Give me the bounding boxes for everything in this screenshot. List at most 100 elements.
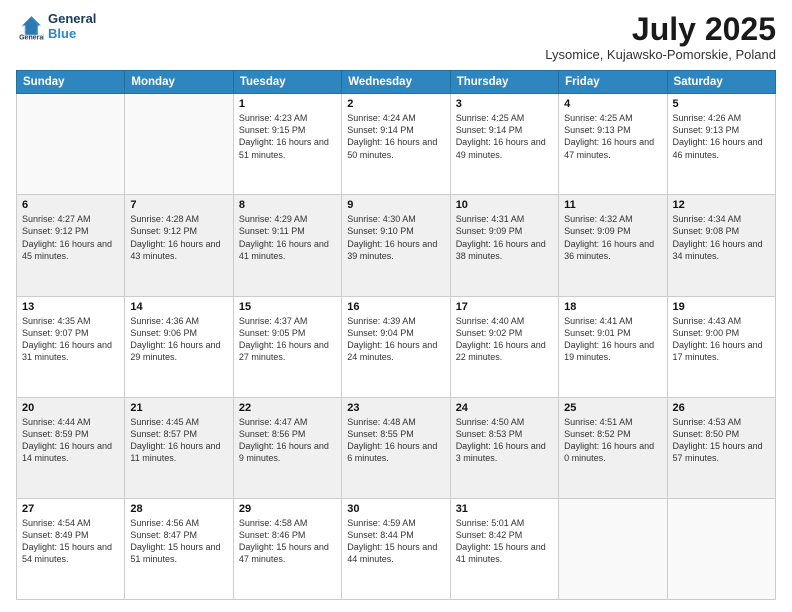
page: General General Blue July 2025 Lysomice,…: [0, 0, 792, 612]
calendar-cell: 6Sunrise: 4:27 AMSunset: 9:12 PMDaylight…: [17, 195, 125, 296]
calendar-cell: 3 Sunrise: 4:25 AMSunset: 9:14 PMDaylight…: [450, 94, 558, 195]
day-number: 27: [22, 503, 119, 515]
calendar-cell: 18 Sunrise: 4:41 AMSunset: 9:01 PMDayligh…: [559, 296, 667, 397]
calendar-cell: 9Sunrise: 4:30 AMSunset: 9:10 PMDaylight…: [342, 195, 450, 296]
calendar-cell: 11 Sunrise: 4:32 AMSunset: 9:09 PMDayligh…: [559, 195, 667, 296]
calendar-week-5: 27 Sunrise: 4:54 AMSunset: 8:49 PMDayligh…: [17, 498, 776, 599]
calendar-cell: [559, 498, 667, 599]
logo-blue: Blue: [48, 27, 96, 42]
cell-info: Sunrise: 4:37 AMSunset: 9:05 PMDaylight:…: [239, 315, 336, 364]
calendar-cell: 4 Sunrise: 4:25 AMSunset: 9:13 PMDaylight…: [559, 94, 667, 195]
calendar-cell: 17Sunrise: 4:40 AMSunset: 9:02 PMDayligh…: [450, 296, 558, 397]
cell-info: Sunrise: 4:35 AMSunset: 9:07 PMDaylight:…: [22, 315, 119, 364]
calendar-cell: 1 Sunrise: 4:23 AMSunset: 9:15 PMDaylight…: [233, 94, 341, 195]
cell-info: Sunrise: 4:41 AMSunset: 9:01 PMDaylight:…: [564, 315, 661, 364]
cell-info: Sunrise: 4:25 AMSunset: 9:13 PMDaylight:…: [564, 112, 661, 161]
cell-info: Sunrise: 4:50 AMSunset: 8:53 PMDaylight:…: [456, 416, 553, 465]
cell-info: Sunrise: 4:44 AMSunset: 8:59 PMDaylight:…: [22, 416, 119, 465]
calendar-cell: 15 Sunrise: 4:37 AMSunset: 9:05 PMDayligh…: [233, 296, 341, 397]
svg-text:General: General: [19, 34, 44, 41]
cell-info: Sunrise: 4:51 AMSunset: 8:52 PMDaylight:…: [564, 416, 661, 465]
day-number: 13: [22, 301, 119, 313]
calendar-cell: 30 Sunrise: 4:59 AMSunset: 8:44 PMDayligh…: [342, 498, 450, 599]
cell-info: Sunrise: 4:29 AMSunset: 9:11 PMDaylight:…: [239, 213, 336, 262]
day-number: 15: [239, 301, 336, 313]
calendar-cell: [125, 94, 233, 195]
cell-info: Sunrise: 4:54 AMSunset: 8:49 PMDaylight:…: [22, 517, 119, 566]
cell-info: Sunrise: 4:32 AMSunset: 9:09 PMDaylight:…: [564, 213, 661, 262]
main-title: July 2025: [545, 12, 776, 47]
day-number: 28: [130, 503, 227, 515]
day-number: 4: [564, 98, 661, 110]
calendar-cell: 22Sunrise: 4:47 AMSunset: 8:56 PMDayligh…: [233, 397, 341, 498]
day-number: 26: [673, 402, 770, 414]
calendar-week-3: 13 Sunrise: 4:35 AMSunset: 9:07 PMDayligh…: [17, 296, 776, 397]
day-number: 5: [673, 98, 770, 110]
day-number: 7: [130, 199, 227, 211]
calendar-cell: 5 Sunrise: 4:26 AMSunset: 9:13 PMDaylight…: [667, 94, 775, 195]
cell-info: Sunrise: 4:24 AMSunset: 9:14 PMDaylight:…: [347, 112, 444, 161]
cell-info: Sunrise: 4:23 AMSunset: 9:15 PMDaylight:…: [239, 112, 336, 161]
day-number: 18: [564, 301, 661, 313]
day-number: 1: [239, 98, 336, 110]
calendar-week-4: 20Sunrise: 4:44 AMSunset: 8:59 PMDayligh…: [17, 397, 776, 498]
cell-info: Sunrise: 4:43 AMSunset: 9:00 PMDaylight:…: [673, 315, 770, 364]
day-number: 17: [456, 301, 553, 313]
day-number: 16: [347, 301, 444, 313]
cell-info: Sunrise: 4:59 AMSunset: 8:44 PMDaylight:…: [347, 517, 444, 566]
calendar-cell: 25 Sunrise: 4:51 AMSunset: 8:52 PMDayligh…: [559, 397, 667, 498]
calendar-cell: 12 Sunrise: 4:34 AMSunset: 9:08 PMDayligh…: [667, 195, 775, 296]
calendar-cell: 29 Sunrise: 4:58 AMSunset: 8:46 PMDayligh…: [233, 498, 341, 599]
cell-info: Sunrise: 4:56 AMSunset: 8:47 PMDaylight:…: [130, 517, 227, 566]
calendar-header-thursday: Thursday: [450, 71, 558, 94]
cell-info: Sunrise: 4:36 AMSunset: 9:06 PMDaylight:…: [130, 315, 227, 364]
title-block: July 2025 Lysomice, Kujawsko-Pomorskie, …: [545, 12, 776, 62]
day-number: 22: [239, 402, 336, 414]
calendar-cell: 26Sunrise: 4:53 AMSunset: 8:50 PMDayligh…: [667, 397, 775, 498]
calendar-table: SundayMondayTuesdayWednesdayThursdayFrid…: [16, 70, 776, 600]
cell-info: Sunrise: 4:45 AMSunset: 8:57 PMDaylight:…: [130, 416, 227, 465]
calendar-week-1: 1 Sunrise: 4:23 AMSunset: 9:15 PMDaylight…: [17, 94, 776, 195]
subtitle: Lysomice, Kujawsko-Pomorskie, Poland: [545, 47, 776, 62]
calendar-cell: [17, 94, 125, 195]
day-number: 12: [673, 199, 770, 211]
calendar-cell: 28 Sunrise: 4:56 AMSunset: 8:47 PMDayligh…: [125, 498, 233, 599]
cell-info: Sunrise: 4:58 AMSunset: 8:46 PMDaylight:…: [239, 517, 336, 566]
calendar-cell: 2 Sunrise: 4:24 AMSunset: 9:14 PMDaylight…: [342, 94, 450, 195]
calendar-week-2: 6Sunrise: 4:27 AMSunset: 9:12 PMDaylight…: [17, 195, 776, 296]
calendar-header-row: SundayMondayTuesdayWednesdayThursdayFrid…: [17, 71, 776, 94]
calendar-header-friday: Friday: [559, 71, 667, 94]
day-number: 19: [673, 301, 770, 313]
calendar-cell: 7Sunrise: 4:28 AMSunset: 9:12 PMDaylight…: [125, 195, 233, 296]
calendar-cell: 16Sunrise: 4:39 AMSunset: 9:04 PMDayligh…: [342, 296, 450, 397]
logo-general: General: [48, 12, 96, 27]
calendar-header-sunday: Sunday: [17, 71, 125, 94]
calendar-cell: 21 Sunrise: 4:45 AMSunset: 8:57 PMDayligh…: [125, 397, 233, 498]
day-number: 11: [564, 199, 661, 211]
day-number: 2: [347, 98, 444, 110]
day-number: 3: [456, 98, 553, 110]
day-number: 14: [130, 301, 227, 313]
day-number: 21: [130, 402, 227, 414]
cell-info: Sunrise: 4:25 AMSunset: 9:14 PMDaylight:…: [456, 112, 553, 161]
day-number: 25: [564, 402, 661, 414]
cell-info: Sunrise: 4:26 AMSunset: 9:13 PMDaylight:…: [673, 112, 770, 161]
cell-info: Sunrise: 4:34 AMSunset: 9:08 PMDaylight:…: [673, 213, 770, 262]
day-number: 10: [456, 199, 553, 211]
cell-info: Sunrise: 5:01 AMSunset: 8:42 PMDaylight:…: [456, 517, 553, 566]
header: General General Blue July 2025 Lysomice,…: [16, 12, 776, 62]
day-number: 29: [239, 503, 336, 515]
calendar-cell: 31Sunrise: 5:01 AMSunset: 8:42 PMDayligh…: [450, 498, 558, 599]
day-number: 30: [347, 503, 444, 515]
calendar-cell: 19 Sunrise: 4:43 AMSunset: 9:00 PMDayligh…: [667, 296, 775, 397]
calendar-header-tuesday: Tuesday: [233, 71, 341, 94]
day-number: 9: [347, 199, 444, 211]
calendar-cell: [667, 498, 775, 599]
cell-info: Sunrise: 4:48 AMSunset: 8:55 PMDaylight:…: [347, 416, 444, 465]
calendar-cell: 10Sunrise: 4:31 AMSunset: 9:09 PMDayligh…: [450, 195, 558, 296]
calendar-header-wednesday: Wednesday: [342, 71, 450, 94]
calendar-cell: 20Sunrise: 4:44 AMSunset: 8:59 PMDayligh…: [17, 397, 125, 498]
calendar-cell: 27 Sunrise: 4:54 AMSunset: 8:49 PMDayligh…: [17, 498, 125, 599]
calendar-cell: 23Sunrise: 4:48 AMSunset: 8:55 PMDayligh…: [342, 397, 450, 498]
calendar-header-saturday: Saturday: [667, 71, 775, 94]
